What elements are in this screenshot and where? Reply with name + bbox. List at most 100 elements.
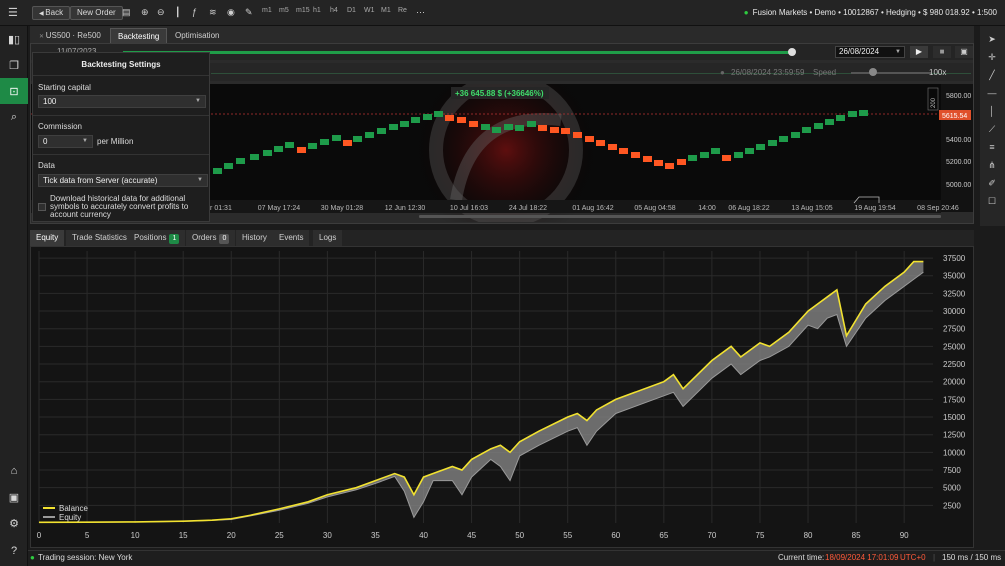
- backtest-progress-bar[interactable]: [123, 51, 791, 54]
- renko-brick-4: [263, 150, 272, 156]
- stop-button[interactable]: ■: [933, 46, 951, 58]
- renko-brick-18: [423, 114, 432, 120]
- trend-line-icon[interactable]: ⟋: [984, 124, 1000, 138]
- tab-backtesting[interactable]: Backtesting: [110, 28, 168, 43]
- x-tick-90: 90: [900, 531, 909, 540]
- store-icon[interactable]: ⌂: [0, 458, 28, 484]
- algo-icon[interactable]: ⊡: [0, 78, 28, 104]
- tab-trade-statistics[interactable]: Trade Statistics: [66, 230, 133, 246]
- time-tick-10: 13 Aug 15:05: [791, 205, 832, 212]
- renko-brick-21: [457, 117, 466, 123]
- equity-chart-background: [31, 247, 973, 547]
- renko-brick-17: [411, 117, 420, 123]
- account-info: ● Fusion Markets • Demo • 10012867 • Hedg…: [744, 8, 997, 17]
- tab-logs[interactable]: Logs: [313, 230, 343, 246]
- speed-label: Speed: [813, 68, 837, 77]
- timeframe-h1[interactable]: h1: [313, 7, 321, 14]
- timeframe-re[interactable]: Re: [398, 7, 407, 14]
- layers-icon[interactable]: ≋: [209, 7, 217, 18]
- speed-slider-handle[interactable]: [869, 68, 877, 76]
- tab-history[interactable]: History: [236, 230, 273, 246]
- renko-brick-33: [596, 140, 605, 146]
- commission-value: 0: [43, 137, 48, 146]
- indicators-icon[interactable]: ƒ: [192, 7, 197, 17]
- timeframe-m1[interactable]: m1: [262, 7, 272, 14]
- renko-brick-35: [619, 148, 628, 154]
- fibonacci-icon[interactable]: ≡: [984, 142, 1000, 156]
- renko-brick-11: [343, 140, 352, 146]
- renko-brick-38: [654, 160, 663, 166]
- tab-optimisation[interactable]: Optimisation: [168, 28, 226, 43]
- menu-icon[interactable]: ☰: [8, 6, 18, 19]
- timeframe-m5[interactable]: m5: [279, 7, 289, 14]
- timeframe-d1[interactable]: D1: [347, 7, 356, 14]
- analyze-icon[interactable]: ⌕: [0, 104, 28, 130]
- equity-chart[interactable]: 2500 5000 7500 10000 12500 15000 17500 20000 225…: [31, 247, 973, 547]
- chart-horizontal-scrollbar[interactable]: [419, 215, 941, 218]
- y-tick-22500: 22500: [943, 360, 966, 369]
- tab-symbol[interactable]: ✕ US500 · Re500: [32, 28, 108, 43]
- renko-brick-27: [527, 121, 536, 127]
- timeframe-m1[interactable]: M1: [381, 7, 391, 14]
- zoom-out-icon[interactable]: ⊖: [157, 7, 165, 18]
- playback-time: 26/08/2024 23:59:59: [731, 68, 805, 77]
- vertical-line-icon[interactable]: │: [984, 106, 1000, 120]
- starting-capital-label: Starting capital: [38, 83, 91, 92]
- commission-input[interactable]: 0 ▼: [38, 135, 93, 148]
- renko-brick-50: [791, 132, 800, 138]
- divider: [33, 75, 209, 76]
- tab-equity[interactable]: Equity: [30, 230, 65, 246]
- speed-slider[interactable]: [851, 72, 931, 74]
- tab-events[interactable]: Events: [273, 230, 310, 246]
- pitchfork-icon[interactable]: ⋔: [984, 160, 1000, 174]
- more-icon[interactable]: ⋯: [416, 7, 425, 18]
- eye-icon[interactable]: ◉: [227, 7, 235, 18]
- tab-positions-label: Positions: [134, 233, 167, 242]
- renko-brick-7: [297, 147, 306, 153]
- text-tool-icon[interactable]: ☐: [984, 196, 1000, 210]
- zoom-in-icon[interactable]: ⊕: [141, 7, 149, 18]
- renko-brick-8: [308, 143, 317, 149]
- copy-icon[interactable]: ❐: [0, 52, 28, 78]
- download-history-checkbox[interactable]: [38, 203, 46, 211]
- profit-label: +36 645.88 $ (+36646%): [455, 89, 544, 98]
- play-button[interactable]: ▶: [910, 46, 928, 58]
- orders-count-badge: 0: [219, 234, 230, 244]
- account-text: Fusion Markets • Demo • 10012867 • Hedgi…: [752, 8, 997, 17]
- x-tick-30: 30: [323, 531, 332, 540]
- backtest-progress-handle[interactable]: [788, 48, 796, 56]
- price-tick-5800: 5800.00: [946, 93, 971, 100]
- settings-icon[interactable]: ⚙: [0, 510, 28, 536]
- help-icon[interactable]: ?: [0, 538, 28, 564]
- renko-brick-40: [677, 159, 686, 165]
- candles-icon[interactable]: ┃: [175, 7, 180, 18]
- pen-icon[interactable]: ✐: [984, 178, 1000, 192]
- time-tick-0: or 01:31: [206, 205, 232, 212]
- time-tick-8: 14:00: [698, 205, 716, 212]
- starting-capital-input[interactable]: 100 ▼: [38, 95, 206, 108]
- settings-title: Backtesting Settings: [81, 60, 161, 69]
- layout-icon[interactable]: ▤: [122, 7, 131, 18]
- cursor-icon[interactable]: ➤: [984, 34, 1000, 48]
- back-button[interactable]: ◀ Back: [32, 6, 71, 20]
- data-source-select[interactable]: Tick data from Server (accurate) ▼: [38, 174, 208, 187]
- trade-icon[interactable]: ▮▯: [0, 26, 28, 52]
- time-tick-5: 24 Jul 18:22: [509, 205, 547, 212]
- end-date-field[interactable]: 26/08/2024 ▼: [835, 46, 905, 58]
- news-icon[interactable]: ▣: [0, 484, 28, 510]
- new-order-button[interactable]: New Order: [70, 6, 123, 20]
- panel-toggle-button[interactable]: ▣: [955, 46, 973, 58]
- timeframe-w1[interactable]: W1: [364, 7, 375, 14]
- drawing-icon[interactable]: ✎: [245, 7, 253, 18]
- tab-orders[interactable]: Orders 0: [186, 230, 236, 246]
- renko-brick-47: [756, 144, 765, 150]
- tab-positions[interactable]: Positions 1: [128, 230, 186, 246]
- horizontal-line-icon[interactable]: —: [984, 88, 1000, 102]
- line-tool-icon[interactable]: ╱: [984, 70, 1000, 84]
- data-label: Data: [38, 161, 55, 170]
- timeframe-m15[interactable]: m15: [296, 7, 310, 14]
- timeframe-h4[interactable]: h4: [330, 7, 338, 14]
- legend-balance-label: Balance: [59, 504, 88, 513]
- x-tick-20: 20: [227, 531, 236, 540]
- crosshair-icon[interactable]: ✛: [984, 52, 1000, 66]
